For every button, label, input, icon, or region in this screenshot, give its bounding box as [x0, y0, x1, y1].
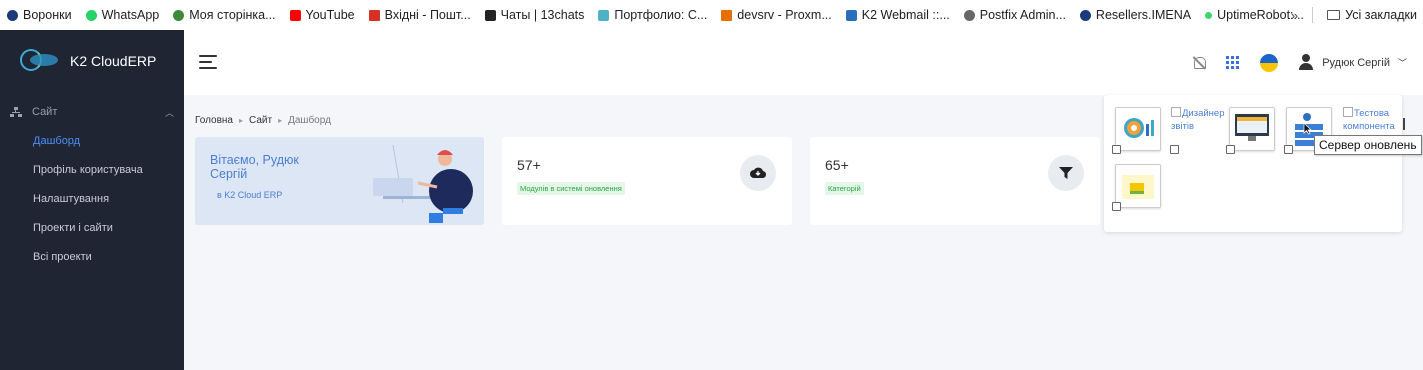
sitemap-icon	[10, 107, 22, 117]
bookmark-label: YouTube	[305, 8, 355, 22]
filter-icon	[1048, 155, 1084, 191]
gmail-icon	[368, 9, 380, 21]
bookmarks-bar: Воронки WhatsApp Моя сторінка... YouTube…	[0, 0, 1423, 30]
monitor-app-icon	[1235, 114, 1269, 141]
bookmark-item[interactable]: Postfix Admin...	[957, 0, 1073, 30]
bookmark-item[interactable]: Чаты | 13chats	[478, 0, 592, 30]
welcome-card: Вітаємо, Рудюк Сергій в K2 Cloud ERP	[195, 137, 484, 225]
logo-icon	[18, 48, 62, 74]
bookmark-item[interactable]: K2 Webmail ::...	[839, 0, 957, 30]
bookmark-item[interactable]: Моя сторінка...	[166, 0, 282, 30]
stat-value: 57+	[517, 157, 541, 173]
sidebar-item-projects-sites[interactable]: Проекти і сайти	[0, 213, 184, 242]
welcome-subtitle: в K2 Cloud ERP	[217, 190, 283, 200]
chevron-up-icon: ︿	[164, 107, 174, 118]
sidebar: K2 CloudERP Сайт ︿ Дашборд Профіль корис…	[0, 30, 184, 370]
topbar: Рудюк Сергій ﹀	[184, 30, 1423, 95]
apps-popup: Дизайнер звітів Тестова компонента	[1104, 95, 1402, 232]
cloud-download-icon	[740, 155, 776, 191]
bookmark-label: Postfix Admin...	[979, 8, 1066, 22]
brand[interactable]: K2 CloudERP	[0, 30, 184, 92]
bookmark-item[interactable]: Вхідні - Пошт...	[362, 0, 478, 30]
breadcrumb-site[interactable]: Сайт	[249, 115, 272, 126]
folder-icon	[1327, 10, 1341, 20]
bookmark-label: Чаты | 13chats	[500, 8, 585, 22]
bookmark-icon	[173, 9, 185, 21]
bookmark-icon	[1205, 11, 1213, 19]
folder-app-icon	[1122, 175, 1154, 199]
sidebar-item-all-projects[interactable]: Всі проекти	[0, 242, 184, 271]
scrollbar-marker	[1403, 118, 1405, 130]
bookmark-icon	[963, 9, 975, 21]
bookmark-label: Вхідні - Пошт...	[384, 8, 471, 22]
test-component-image[interactable]: Тестова компонента	[1343, 107, 1401, 133]
user-name: Рудюк Сергій	[1322, 56, 1390, 69]
app-checkbox[interactable]	[1170, 145, 1179, 154]
bookmark-item[interactable]: devsrv - Proxm...	[714, 0, 838, 30]
sidebar-section-label: Сайт	[32, 106, 58, 118]
stat-value: 65+	[825, 157, 849, 173]
stat-card-categories: 65+ Категорій	[810, 137, 1100, 225]
app-tile-monitor[interactable]	[1229, 107, 1275, 151]
notifications-off-icon[interactable]	[1192, 56, 1207, 70]
all-bookmarks-label: Усі закладки	[1345, 8, 1417, 22]
bookmark-label: WhatsApp	[101, 8, 160, 22]
bookmark-item[interactable]: Портфолио: С...	[591, 0, 714, 30]
app-tile-folder[interactable]	[1115, 164, 1161, 208]
more-bookmarks-button[interactable]: »	[1291, 8, 1298, 23]
report-designer-image[interactable]: Дизайнер звітів	[1171, 107, 1225, 133]
sidebar-item-settings[interactable]: Налаштування	[0, 184, 184, 213]
bookmark-label: Resellers.IMENA	[1095, 8, 1192, 22]
broken-image-icon	[1343, 107, 1353, 117]
sidebar-item-dashboard[interactable]: Дашборд	[0, 126, 184, 155]
bookmark-item[interactable]: WhatsApp	[79, 0, 167, 30]
bookmark-label: K2 Webmail ::...	[861, 8, 950, 22]
sidebar-section-site[interactable]: Сайт ︿	[0, 98, 184, 126]
breadcrumb-separator: ▸	[239, 116, 244, 125]
bookmark-label: Воронки	[23, 8, 72, 22]
bookmark-icon	[484, 9, 496, 21]
app-checkbox[interactable]	[1112, 202, 1121, 211]
language-flag-icon[interactable]	[1260, 53, 1279, 72]
divider	[1312, 7, 1314, 23]
bookmark-icon	[845, 9, 857, 21]
breadcrumb: Головна ▸ Сайт ▸ Дашборд	[195, 115, 331, 126]
bookmark-item[interactable]: YouTube	[283, 0, 362, 30]
bookmark-label: Моя сторінка...	[189, 8, 276, 22]
tooltip: Сервер оновлень	[1314, 135, 1422, 155]
stat-badge: Категорій	[825, 182, 864, 195]
stat-card-modules: 57+ Модулів в системі оновлення	[502, 137, 792, 225]
menu-toggle-icon[interactable]	[199, 55, 217, 69]
brand-name: K2 CloudERP	[70, 53, 157, 69]
bookmark-label: Портфолио: С...	[614, 8, 708, 22]
broken-image-icon	[1171, 107, 1181, 117]
whatsapp-icon	[85, 9, 97, 21]
stat-badge: Модулів в системі оновлення	[517, 182, 625, 195]
breadcrumb-current: Дашборд	[288, 115, 331, 126]
proxmox-icon	[721, 9, 733, 21]
all-bookmarks-button[interactable]: Усі закладки	[1327, 0, 1417, 30]
sidebar-item-profile[interactable]: Профіль користувача	[0, 155, 184, 184]
app-checkbox[interactable]	[1226, 145, 1235, 154]
bookmark-item[interactable]: Resellers.IMENA	[1073, 0, 1198, 30]
user-icon	[1298, 54, 1314, 71]
bookmark-label: devsrv - Proxm...	[737, 8, 832, 22]
app-tile-settings[interactable]	[1115, 107, 1161, 151]
app-checkbox[interactable]	[1112, 145, 1121, 154]
mouse-cursor-icon	[1303, 122, 1312, 135]
gear-app-icon	[1124, 118, 1154, 138]
app-checkbox[interactable]	[1284, 145, 1293, 154]
bookmark-item[interactable]: Воронки	[0, 0, 79, 30]
breadcrumb-home[interactable]: Головна	[195, 115, 233, 126]
bookmark-icon	[1079, 9, 1091, 21]
person-at-laptop-illustration	[373, 144, 473, 223]
apps-grid-icon[interactable]	[1226, 55, 1240, 70]
user-menu[interactable]: Рудюк Сергій ﹀	[1298, 54, 1407, 71]
breadcrumb-separator: ▸	[278, 116, 283, 125]
youtube-icon	[289, 9, 301, 21]
welcome-title: Вітаємо, Рудюк Сергій	[210, 153, 299, 181]
chevron-down-icon: ﹀	[1397, 58, 1407, 68]
bookmark-icon	[598, 9, 610, 21]
bookmark-icon	[7, 9, 18, 21]
